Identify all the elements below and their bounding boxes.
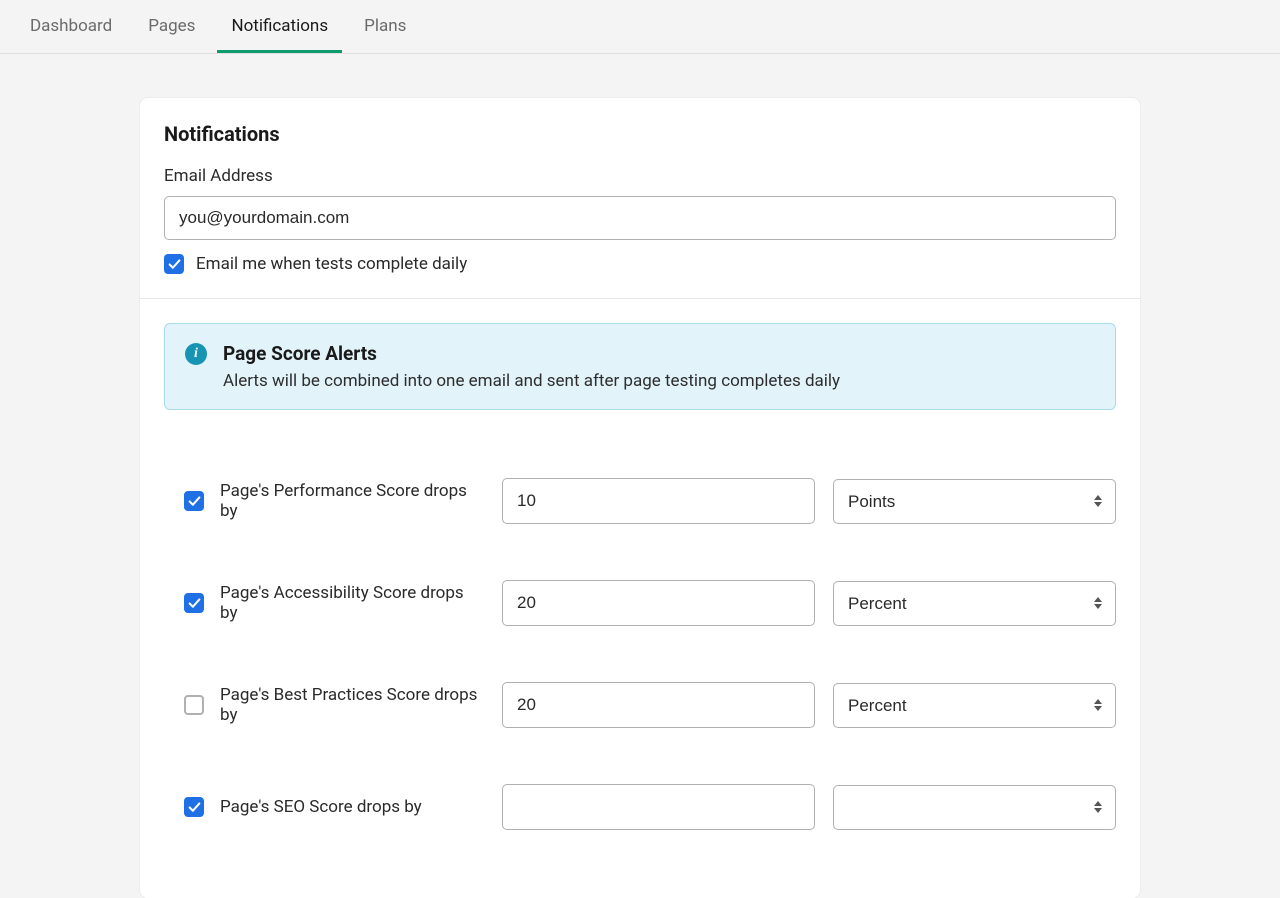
email-field[interactable] bbox=[164, 196, 1116, 240]
daily-email-row: Email me when tests complete daily bbox=[164, 254, 1116, 274]
alert-row-performance: Page's Performance Score drops by Points bbox=[164, 450, 1116, 552]
nav-tabs: Dashboard Pages Notifications Plans bbox=[0, 0, 1280, 54]
alert-row-accessibility: Page's Accessibility Score drops by Perc… bbox=[164, 552, 1116, 654]
alert-label: Page's SEO Score drops by bbox=[220, 797, 422, 817]
tab-notifications[interactable]: Notifications bbox=[217, 0, 342, 53]
daily-email-label: Email me when tests complete daily bbox=[196, 254, 467, 274]
main-panel: Notifications Email Address Email me whe… bbox=[140, 98, 1140, 898]
alert-label: Page's Performance Score drops by bbox=[220, 481, 484, 521]
tab-pages[interactable]: Pages bbox=[134, 0, 209, 53]
banner-title: Page Score Alerts bbox=[223, 342, 840, 365]
check-icon bbox=[168, 258, 181, 271]
alert-checkbox-performance[interactable] bbox=[184, 491, 204, 511]
alert-checkbox-best-practices[interactable] bbox=[184, 695, 204, 715]
alert-label: Page's Best Practices Score drops by bbox=[220, 685, 484, 725]
alert-row-seo: Page's SEO Score drops by bbox=[164, 756, 1116, 858]
info-banner: i Page Score Alerts Alerts will be combi… bbox=[164, 323, 1116, 410]
notifications-section: Notifications Email Address Email me whe… bbox=[140, 98, 1140, 298]
alert-unit-accessibility[interactable]: Percent bbox=[833, 581, 1116, 626]
info-icon: i bbox=[185, 343, 207, 365]
section-title: Notifications bbox=[164, 122, 1116, 146]
alert-value-seo[interactable] bbox=[502, 784, 815, 830]
alert-rows: Page's Performance Score drops by Points… bbox=[140, 434, 1140, 858]
alert-checkbox-accessibility[interactable] bbox=[184, 593, 204, 613]
tab-plans[interactable]: Plans bbox=[350, 0, 420, 53]
check-icon bbox=[188, 597, 201, 610]
alert-unit-performance[interactable]: Points bbox=[833, 479, 1116, 524]
divider bbox=[140, 298, 1140, 299]
alert-value-best-practices[interactable] bbox=[502, 682, 815, 728]
alert-unit-best-practices[interactable]: Percent bbox=[833, 683, 1116, 728]
alert-label: Page's Accessibility Score drops by bbox=[220, 583, 484, 623]
alert-row-best-practices: Page's Best Practices Score drops by Per… bbox=[164, 654, 1116, 756]
tab-dashboard[interactable]: Dashboard bbox=[16, 0, 126, 53]
banner-desc: Alerts will be combined into one email a… bbox=[223, 371, 840, 391]
check-icon bbox=[188, 801, 201, 814]
alert-value-accessibility[interactable] bbox=[502, 580, 815, 626]
daily-email-checkbox[interactable] bbox=[164, 254, 184, 274]
check-icon bbox=[188, 495, 201, 508]
email-label: Email Address bbox=[164, 166, 1116, 186]
alert-checkbox-seo[interactable] bbox=[184, 797, 204, 817]
alert-value-performance[interactable] bbox=[502, 478, 815, 524]
alert-unit-seo[interactable] bbox=[833, 785, 1116, 830]
